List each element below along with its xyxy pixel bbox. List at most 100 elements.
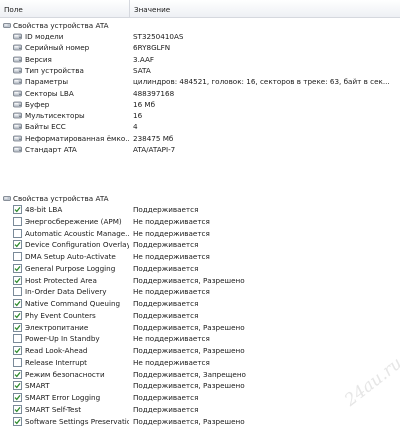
checkmark-icon [14,324,21,330]
feature-label: 48-bit LBA [25,205,63,214]
feature-value: Поддерживается [133,205,199,214]
drive-icon [13,78,22,85]
feature-row[interactable]: DMA Setup Auto-Activate Не поддерживается [0,251,400,262]
drive-icon [13,146,22,153]
checkmark-icon [14,418,21,424]
feature-row[interactable]: Энергосбережение (APM) Не поддерживается [0,216,400,227]
feature-label: SMART Error Logging [25,393,101,402]
column-header: Поле Значение [0,0,400,18]
feature-checkbox [13,240,22,250]
feature-checkbox [13,287,22,297]
property-label: Серийный номер [25,43,90,53]
group-header-ata-properties[interactable]: Свойства устройства ATA [0,20,400,31]
feature-value: Поддерживается, Разрешено [133,416,245,426]
checkmark-icon [14,371,21,377]
feature-row[interactable]: Software Settings Preservation Поддержива… [0,416,400,427]
property-value: 6RY8GLFN [133,43,171,53]
checkmark-icon [14,406,21,413]
column-header-field[interactable]: Поле [0,0,130,17]
feature-row[interactable]: Device Configuration Overlay Поддерживает… [0,239,400,250]
property-label: ID модели [25,32,64,41]
feature-checkbox [13,404,22,414]
feature-value: Поддерживается, Разрешено [133,346,245,355]
property-row[interactable]: Секторы LBA 488397168 [0,88,400,99]
property-value: 16 Мб [133,99,156,109]
feature-label: Host Protected Area [25,275,97,285]
checkmark-icon [14,277,21,283]
feature-value: Поддерживается [133,299,199,308]
property-row[interactable]: Мультисекторы 16 [0,110,400,121]
feature-row[interactable]: Режим безопасности Поддерживается, Запрещ… [0,369,400,380]
checkmark-icon [14,383,21,389]
feature-checkbox [13,299,22,308]
feature-value: Поддерживается, Запрещено [133,369,246,379]
property-row[interactable]: ID модели ST3250410AS [0,31,400,42]
feature-label: Режим безопасности [25,369,105,379]
feature-label: Automatic Acoustic Manage... [25,228,129,238]
column-header-value[interactable]: Значение [130,0,400,17]
property-value: 238475 Мб [133,133,174,143]
feature-row[interactable]: Power-Up In Standby Не поддерживается [0,333,400,344]
property-label: Буфер [25,99,50,109]
property-row[interactable]: Буфер 16 Мб [0,99,400,110]
group-title: Свойства устройства ATA [13,21,109,30]
group-header-ata-features[interactable]: Свойства устройства ATA [0,193,400,204]
property-value: ST3250410AS [133,32,184,41]
checkmark-icon [14,242,21,248]
feature-checkbox [13,381,22,391]
feature-row[interactable]: Native Command Queuing Поддерживается [0,298,400,309]
property-row[interactable]: Неформатированная ёмко... 238475 Мб [0,133,400,144]
property-value: 488397168 [133,88,175,98]
feature-row[interactable]: Read Look-Ahead Поддерживается, Разрешено [0,345,400,356]
property-value: 16 [133,111,143,121]
property-row[interactable]: Версия 3.AAF [0,54,400,65]
property-label: Мультисекторы [25,111,85,121]
feature-row[interactable]: 48-bit LBA Поддерживается [0,204,400,215]
feature-row[interactable]: Release Interrupt Не поддерживается [0,357,400,368]
checkmark-icon [14,300,21,307]
feature-checkbox [13,310,22,320]
feature-row[interactable]: SMART Error Logging Поддерживается [0,392,400,403]
drive-icon [13,135,22,142]
feature-checkbox [13,334,22,344]
property-row[interactable]: Параметры цилиндров: 484521, головок: 16,… [0,76,400,87]
property-label: Версия [25,54,52,64]
feature-label: Энергосбережение (APM) [25,216,122,226]
feature-label: In-Order Data Delivery [25,287,107,297]
checkmark-icon [14,312,21,319]
feature-label: General Purpose Logging [25,263,116,273]
feature-label: SMART Self-Test [25,404,82,414]
feature-row[interactable]: Host Protected Area Поддерживается, Разре… [0,275,400,286]
feature-checkbox [13,322,22,332]
feature-checkbox [13,275,22,285]
feature-checkbox [13,263,22,273]
feature-row[interactable]: In-Order Data Delivery Не поддерживается [0,286,400,297]
property-row[interactable]: Стандарт ATA ATA/ATAPI-7 [0,144,400,155]
property-value: ATA/ATAPI-7 [133,145,176,154]
feature-label: SMART [25,381,50,391]
feature-checkbox [13,205,22,214]
property-row[interactable]: Байты ECC 4 [0,121,400,132]
drive-icon [13,112,22,119]
feature-checkbox [13,346,22,355]
drive-icon [13,90,22,96]
property-value: 3.AAF [133,54,155,64]
checkmark-icon [14,394,21,401]
feature-row[interactable]: General Purpose Logging Поддерживается [0,263,400,274]
property-row[interactable]: Серийный номер 6RY8GLFN [0,42,400,53]
property-row[interactable]: Тип устройства SATA [0,65,400,76]
group-title: Свойства устройства ATA [13,194,109,203]
feature-row[interactable]: Электропитание Поддерживается, Разрешено [0,322,400,333]
feature-row[interactable]: Phy Event Counters Поддерживается [0,310,400,321]
feature-value: Не поддерживается [133,216,210,226]
feature-checkbox [13,393,22,402]
feature-value: Не поддерживается [133,252,210,261]
drive-group-icon [3,196,11,201]
drive-icon [13,123,22,130]
feature-value: Не поддерживается [133,228,210,238]
feature-row[interactable]: SMART Self-Test Поддерживается [0,404,400,415]
feature-row[interactable]: Automatic Acoustic Manage... Не поддержив… [0,228,400,239]
property-value: 4 [133,122,138,132]
feature-row[interactable]: SMART Поддерживается, Разрешено [0,380,400,391]
property-label: Байты ECC [25,122,66,132]
